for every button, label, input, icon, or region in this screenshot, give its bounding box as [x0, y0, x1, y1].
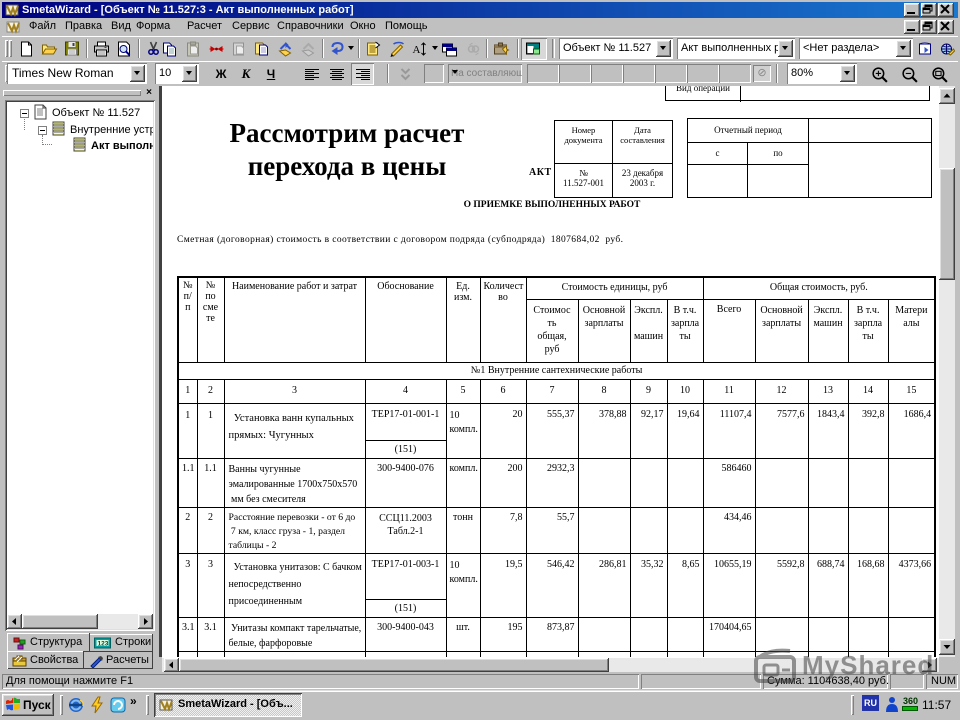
svg-text:123: 123: [98, 641, 109, 648]
svg-text:А: А: [413, 44, 421, 56]
